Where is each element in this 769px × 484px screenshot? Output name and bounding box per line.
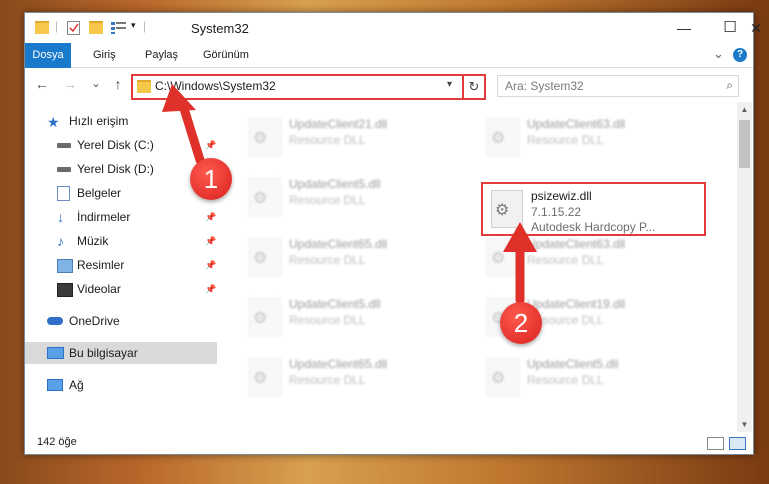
sidebar-item-music[interactable]: ♪ Müzik 📌 — [25, 230, 217, 252]
new-folder-icon[interactable] — [89, 21, 103, 34]
sidebar-item-pictures[interactable]: Resimler 📌 — [25, 254, 217, 276]
pin-icon[interactable]: 📌 — [205, 278, 216, 300]
view-options-icon[interactable] — [111, 21, 126, 34]
sidebar-item-network[interactable]: Ağ — [25, 374, 217, 396]
network-icon — [47, 379, 63, 391]
close-icon[interactable]: ✕ — [741, 13, 769, 43]
selected-file-highlight — [481, 182, 706, 236]
cloud-icon — [47, 317, 63, 325]
window-title: System32 — [191, 21, 249, 36]
tab-paylas[interactable]: Paylaş — [135, 43, 188, 67]
pin-icon[interactable]: 📌 — [205, 206, 216, 228]
forward-button[interactable]: → — [61, 75, 79, 93]
folder-icon — [137, 80, 151, 93]
videos-icon — [57, 283, 73, 297]
customize-toolbar-icon[interactable]: ▾ — [131, 20, 136, 31]
properties-icon[interactable] — [67, 21, 80, 35]
drive-icon — [57, 143, 71, 148]
vertical-scrollbar[interactable]: ▲ ▼ — [737, 102, 752, 432]
music-icon: ♪ — [57, 233, 64, 249]
pin-icon[interactable]: 📌 — [205, 134, 216, 156]
pin-icon[interactable]: 📌 — [205, 230, 216, 252]
sidebar-item-videos[interactable]: Videolar 📌 — [25, 278, 217, 300]
navigation-pane: ★ Hızlı erişim Yerel Disk (C:) 📌 Yerel D… — [25, 108, 217, 433]
star-icon: ★ — [47, 114, 60, 130]
navigation-bar: ← → ⌄ ↑ C:\Windows\System32 ▾ ↻ Ara: Sys… — [25, 68, 753, 102]
documents-icon — [57, 186, 70, 201]
list-item[interactable]: ⚙ UpdateClient21.dll Resource DLL — [241, 112, 471, 162]
sidebar-item-documents[interactable]: Belgeler 📌 — [25, 182, 217, 204]
sidebar-item-downloads[interactable]: ↓ İndirmeler 📌 — [25, 206, 217, 228]
file-list: ⚙ UpdateClient21.dll Resource DLL ⚙ Upda… — [217, 102, 737, 432]
sidebar-item-local-disk-d[interactable]: Yerel Disk (D:) 📌 — [25, 158, 217, 180]
scroll-thumb[interactable] — [739, 120, 750, 168]
sidebar-item-onedrive[interactable]: OneDrive — [25, 310, 217, 332]
gear-icon: ⚙ — [253, 250, 268, 267]
up-button[interactable]: ↑ — [109, 75, 127, 93]
gear-icon: ⚙ — [253, 310, 268, 327]
sidebar-item-local-disk-c[interactable]: Yerel Disk (C:) 📌 — [25, 134, 217, 156]
chevron-down-icon[interactable]: ⌄ — [713, 46, 724, 62]
tab-giris[interactable]: Giriş — [83, 43, 126, 67]
back-button[interactable]: ← — [33, 75, 51, 93]
folder-icon — [35, 21, 49, 34]
minimize-button[interactable]: — — [661, 13, 707, 43]
explorer-window: | ▾ | System32 — ☐ ✕ Dosya Giriş Paylaş … — [24, 12, 762, 455]
list-item[interactable]: ⚙ UpdateClient5.dll Resource DLL — [479, 352, 709, 402]
refresh-button[interactable]: ↻ — [462, 74, 486, 100]
computer-icon — [47, 347, 64, 359]
scroll-down-button[interactable]: ▼ — [737, 417, 752, 432]
list-item[interactable]: ⚙ UpdateClient5.dll Resource DLL — [241, 172, 471, 222]
large-icons-view-icon[interactable] — [729, 437, 746, 450]
gear-icon: ⚙ — [491, 370, 506, 387]
gear-icon: ⚙ — [253, 190, 268, 207]
details-view-icon[interactable] — [707, 437, 724, 450]
search-icon: ⌕ — [726, 78, 733, 92]
pictures-icon — [57, 259, 73, 273]
step-badge-1: 1 — [190, 158, 232, 200]
help-icon[interactable]: ? — [733, 48, 747, 62]
tab-gorunum[interactable]: Görünüm — [193, 43, 259, 67]
list-item[interactable]: ⚙ UpdateClient65.dll Resource DLL — [241, 352, 471, 402]
search-box[interactable]: Ara: System32 ⌕ — [497, 75, 739, 97]
scroll-up-button[interactable]: ▲ — [737, 102, 752, 117]
list-item[interactable]: ⚙ UpdateClient65.dll Resource DLL — [241, 232, 471, 282]
recent-locations-button[interactable]: ⌄ — [87, 75, 105, 93]
gear-icon: ⚙ — [491, 250, 506, 267]
sidebar-item-this-pc[interactable]: Bu bilgisayar — [25, 342, 217, 364]
gear-icon: ⚙ — [491, 130, 506, 147]
item-count: 142 öğe — [37, 436, 77, 448]
gear-icon: ⚙ — [253, 130, 268, 147]
address-path[interactable]: C:\Windows\System32 — [155, 79, 276, 93]
step-badge-2: 2 — [500, 302, 542, 344]
list-item[interactable]: ⚙ UpdateClient5.dll Resource DLL — [241, 292, 471, 342]
title-bar: | ▾ | System32 — ☐ — [25, 13, 753, 43]
pin-icon[interactable]: 📌 — [205, 254, 216, 276]
list-item[interactable]: ⚙ UpdateClient63.dll Resource DLL — [479, 112, 709, 162]
downloads-icon: ↓ — [57, 209, 64, 225]
status-bar: 142 öğe — [25, 433, 753, 454]
drive-icon — [57, 167, 71, 172]
ribbon-tabs: Dosya Giriş Paylaş Görünüm ⌄ ? — [25, 43, 753, 93]
sidebar-item-quick-access[interactable]: ★ Hızlı erişim — [25, 110, 217, 132]
gear-icon: ⚙ — [253, 370, 268, 387]
search-input[interactable]: Ara: System32 — [505, 79, 584, 93]
address-dropdown-icon[interactable]: ▾ — [447, 79, 452, 90]
list-item[interactable]: ⚙ UpdateClient63.dll Resource DLL — [479, 232, 709, 282]
address-bar[interactable]: C:\Windows\System32 ▾ — [131, 74, 485, 100]
